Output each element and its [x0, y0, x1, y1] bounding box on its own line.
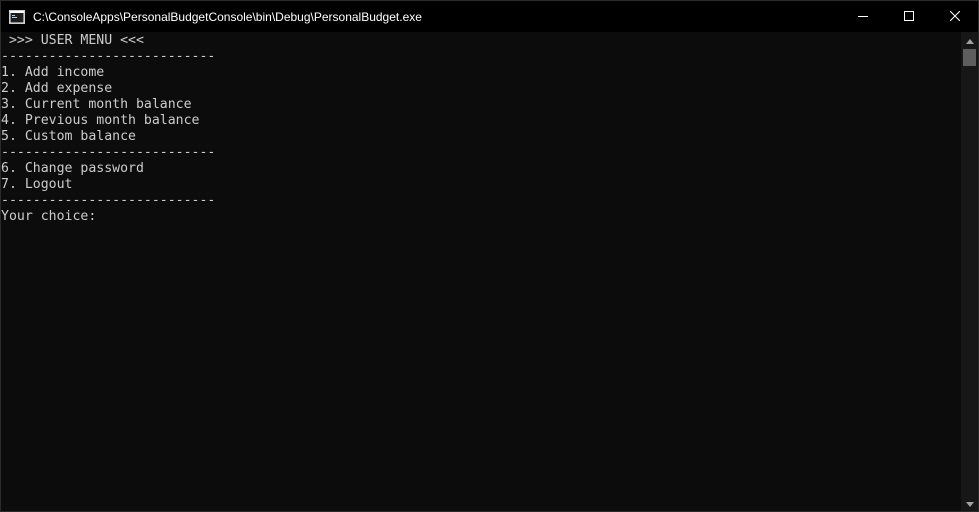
menu-item: 5. Custom balance: [1, 129, 136, 144]
scroll-down-arrow-icon: [965, 494, 974, 511]
title-bar[interactable]: C:\ConsoleApps\PersonalBudgetConsole\bin…: [1, 1, 978, 32]
menu-header: >>> USER MENU <<<: [1, 33, 144, 48]
scroll-up-button[interactable]: [961, 32, 978, 48]
vertical-scrollbar[interactable]: [961, 32, 978, 511]
menu-item: 7. Logout: [1, 177, 73, 192]
menu-item: 6. Change password: [1, 161, 144, 176]
menu-item: 1. Add income: [1, 65, 105, 80]
console-window: C:\ConsoleApps\PersonalBudgetConsole\bin…: [0, 0, 979, 512]
maximize-button[interactable]: [886, 1, 932, 32]
menu-item: 3. Current month balance: [1, 97, 192, 112]
console-output[interactable]: >>> USER MENU <<< ----------------------…: [1, 33, 961, 511]
separator: ---------------------------: [1, 49, 216, 64]
console-window-icon[interactable]: [9, 9, 25, 25]
menu-item: 2. Add expense: [1, 81, 113, 96]
separator: ---------------------------: [1, 145, 216, 160]
scroll-up-arrow-icon: [965, 31, 974, 49]
close-icon: [949, 8, 961, 26]
scroll-down-button[interactable]: [961, 495, 978, 511]
menu-item: 4. Previous month balance: [1, 113, 200, 128]
separator: ---------------------------: [1, 193, 216, 208]
minimize-icon: [858, 8, 868, 26]
choice-prompt[interactable]: Your choice:: [1, 209, 961, 225]
scroll-thumb[interactable]: [963, 49, 976, 66]
window-controls: [840, 1, 978, 32]
minimize-button[interactable]: [840, 1, 886, 32]
close-button[interactable]: [932, 1, 978, 32]
maximize-icon: [904, 8, 914, 26]
window-title: C:\ConsoleApps\PersonalBudgetConsole\bin…: [33, 9, 422, 24]
